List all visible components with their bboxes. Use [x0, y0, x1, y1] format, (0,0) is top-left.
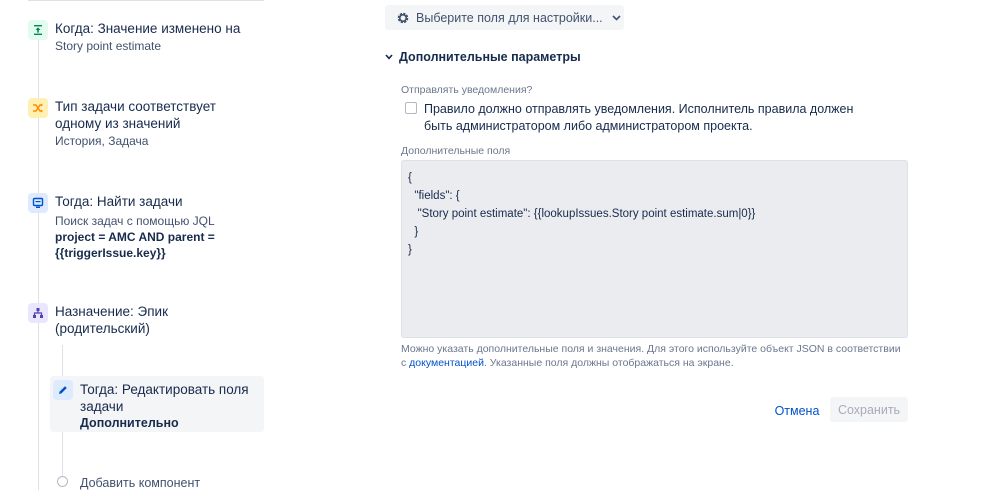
pencil-icon — [53, 380, 73, 400]
additional-fields-help: Можно указать дополнительные поля и знач… — [401, 342, 901, 370]
advanced-options-toggle[interactable]: Дополнительные параметры — [385, 50, 581, 64]
rule-title: Когда: Значение изменено на — [55, 21, 241, 36]
rule-title: Тогда: Найти задачи — [55, 194, 183, 209]
documentation-link[interactable]: документацией — [409, 357, 484, 369]
rule-item-lookup-issues[interactable]: Тогда: Найти задачи Поиск задач с помощь… — [28, 193, 264, 260]
rule-item-condition[interactable]: Тип задачи соответствует одному из значе… — [28, 98, 264, 150]
rule-detail: Дополнительно — [80, 416, 179, 430]
shuffle-icon — [28, 98, 48, 118]
additional-fields-label: Дополнительные поля — [401, 145, 511, 157]
lookup-icon — [28, 193, 48, 213]
branch-icon — [28, 303, 48, 323]
rule-component-list: Когда: Значение изменено на Story point … — [0, 0, 280, 490]
rule-subtitle: Поиск задач с помощью JQL — [55, 214, 215, 228]
help-text: . Указанные поля должны отображаться на … — [483, 357, 734, 369]
rule-jql: project = AMC AND parent = {{triggerIssu… — [55, 230, 215, 260]
rule-item-branch[interactable]: Назначение: Эпик (родительский) — [28, 303, 264, 339]
divider — [28, 0, 264, 1]
rule-item-trigger[interactable]: Когда: Значение изменено на Story point … — [28, 20, 264, 60]
choose-fields-label: Выберите поля для настройки... — [416, 10, 603, 25]
add-component-link[interactable]: Добавить компонент — [80, 476, 200, 490]
rule-title: Тогда: Редактировать поля задачи — [80, 382, 249, 414]
rule-title: Тип задачи соответствует одному из значе… — [55, 99, 216, 131]
cancel-button[interactable]: Отмена — [770, 399, 824, 423]
rule-subtitle: Story point estimate — [55, 39, 162, 53]
add-component-dot-icon — [57, 476, 68, 487]
save-button[interactable]: Сохранить — [830, 397, 908, 422]
notify-checkbox[interactable] — [405, 102, 417, 114]
chevron-down-icon — [385, 54, 393, 60]
advanced-options-title: Дополнительные параметры — [399, 50, 581, 64]
rule-item-edit-issue[interactable]: Тогда: Редактировать поля задачи Дополни… — [50, 376, 264, 432]
choose-fields-button[interactable]: Выберите поля для настройки... — [385, 5, 624, 30]
additional-fields-json-editor[interactable]: { "fields": { "Story point estimate": {{… — [401, 160, 908, 338]
rule-title: Назначение: Эпик (родительский) — [55, 304, 168, 336]
chevron-down-icon — [612, 14, 621, 21]
gear-icon — [396, 11, 410, 25]
trigger-icon — [28, 20, 48, 40]
rule-subtitle: История, Задача — [55, 134, 149, 148]
notify-label: Отправлять уведомления? — [401, 84, 533, 96]
notify-checkbox-label[interactable]: Правило должно отправлять уведомления. И… — [424, 101, 864, 135]
